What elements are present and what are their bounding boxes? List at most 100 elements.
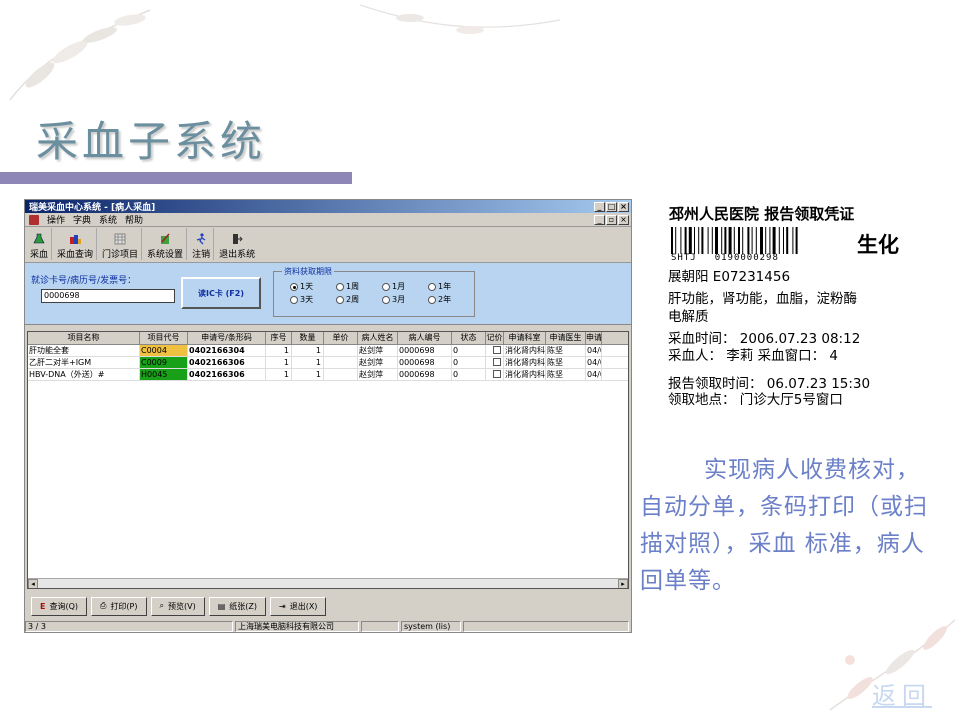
barcode-bar	[684, 227, 687, 254]
printer-icon: ⎙	[100, 601, 107, 610]
tool-system-settings[interactable]: 系统设置	[144, 228, 188, 260]
grid-header-cell[interactable]: 序号	[266, 332, 292, 344]
tool-exit-system[interactable]: 退出系统	[216, 228, 258, 260]
child-minimize-button[interactable]: _	[594, 214, 605, 225]
maximize-button[interactable]: □	[606, 201, 617, 212]
read-ic-card-button[interactable]: 读IC卡 (F2)	[181, 277, 261, 309]
barcode-bar	[783, 227, 784, 254]
period-radio-1week[interactable]: 1周	[336, 281, 359, 292]
grid-cell-patient_id: 0000698	[398, 345, 452, 356]
table-row[interactable]: 乙肝二对半+IGM C0009 0402166306 1 1 赵剑萍 0000698 0 消化肾…	[28, 357, 628, 369]
barcode-bar	[680, 227, 682, 254]
grid-cell-status: 0	[452, 369, 486, 380]
period-radio-2week[interactable]: 2周	[336, 294, 359, 305]
period-radio-3day[interactable]: 3天	[290, 294, 313, 305]
barcode-bar	[760, 227, 763, 254]
barcode-bar	[795, 227, 798, 254]
barcode-bar	[694, 227, 695, 254]
grid-cell-patient_id: 0000698	[398, 369, 452, 380]
barcode-bar	[698, 227, 700, 254]
ticket-location: 领取地点： 门诊大厅5号窗口	[668, 392, 843, 408]
grid-header-cell[interactable]: 项目代号	[140, 332, 188, 344]
grid-header-cell[interactable]: 申请科室	[504, 332, 546, 344]
slide-title: 采血子系统	[36, 117, 267, 166]
back-link[interactable]: 返回	[872, 676, 932, 711]
search-form: 就诊卡号/病历号/发票号： 0000698 读IC卡 (F2) 资料获取期限 1…	[25, 263, 631, 325]
paper-icon: ▤	[217, 601, 226, 611]
runner-icon	[194, 232, 208, 245]
period-radio-3month[interactable]: 3月	[382, 294, 405, 305]
exit-icon	[230, 232, 244, 245]
barcode-bar	[786, 227, 789, 254]
window-title: 瑞美采血中心系统 - [病人采血]	[29, 203, 156, 213]
period-radio-1day[interactable]: 1天	[290, 281, 313, 292]
grid-header-cell[interactable]: 状态	[452, 332, 486, 344]
grid-header-cell[interactable]: 单价	[324, 332, 358, 344]
ticket-items-line1: 肝功能，肾功能，血脂，淀粉酶	[668, 291, 857, 307]
id-input[interactable]: 0000698	[41, 289, 175, 303]
status-empty	[361, 621, 399, 632]
table-row[interactable]: 肝功能全套 C0004 0402166304 1 1 赵剑萍 0000698 0 消化肾内科 陈坚…	[28, 345, 628, 357]
menu-operate[interactable]: 操作	[47, 213, 65, 226]
grid-header-cell[interactable]: 病人编号	[398, 332, 452, 344]
barcode-text: SHTJ 0190000298	[671, 253, 779, 263]
slide: 采血子系统 瑞美采血中心系统 - [病人采血] _ □ × 操作 字典 系统 帮…	[0, 0, 960, 720]
grid-cell-name: 乙肝二对半+IGM	[28, 357, 140, 368]
close-button[interactable]: ×	[618, 201, 629, 212]
billing-checkbox[interactable]	[493, 370, 501, 378]
tool-blood-query[interactable]: 采血查询	[54, 228, 98, 260]
grid-cell-doctor: 陈坚	[546, 345, 586, 356]
grid-cell-qty: 1	[292, 357, 324, 368]
preview-button[interactable]: ⌕ 预览(V)	[150, 596, 205, 616]
grid-header-cell[interactable]: 记价	[486, 332, 504, 344]
scroll-right-icon[interactable]: ▸	[618, 578, 628, 588]
grid-cell-qty: 1	[292, 345, 324, 356]
scroll-left-icon[interactable]: ◂	[28, 578, 38, 588]
exit-button[interactable]: ⇥ 退出(X)	[270, 596, 327, 616]
paper-button[interactable]: ▤ 纸张(Z)	[208, 596, 266, 616]
tool-clinic-items[interactable]: 门诊项目	[99, 228, 143, 260]
grid-header-cell[interactable]: 申请医生	[546, 332, 586, 344]
app-icon[interactable]	[29, 214, 39, 225]
barcode-bar	[778, 227, 780, 254]
radio-icon	[428, 295, 436, 304]
query-icon: E	[40, 601, 46, 611]
grid-cell-barcode: 0402166304	[188, 345, 266, 356]
period-radio-2year[interactable]: 2年	[428, 294, 451, 305]
grid-cell-seq: 1	[266, 357, 292, 368]
barcode-bar	[728, 227, 732, 254]
menu-system[interactable]: 系统	[99, 213, 117, 226]
query-icon	[68, 232, 82, 245]
grid-header-cell[interactable]: 申请号/条形码	[188, 332, 266, 344]
app-window: 瑞美采血中心系统 - [病人采血] _ □ × 操作 字典 系统 帮助 _ ▫ …	[24, 199, 632, 633]
period-radio-1month[interactable]: 1月	[382, 281, 405, 292]
horizontal-scrollbar[interactable]: ◂ ▸	[28, 578, 628, 588]
grid-header-cell[interactable]: 病人姓名	[358, 332, 398, 344]
query-button[interactable]: E 查询(Q)	[31, 596, 88, 616]
grid-header-cell[interactable]: 申请	[586, 332, 602, 344]
billing-checkbox[interactable]	[493, 346, 501, 354]
minimize-button[interactable]: _	[594, 201, 605, 212]
grid-cell-code: H0045	[140, 369, 188, 380]
grid-header-cell[interactable]: 项目名称	[28, 332, 140, 344]
menu-dictionary[interactable]: 字典	[73, 213, 91, 226]
child-close-button[interactable]: ×	[618, 214, 629, 225]
table-row[interactable]: HBV-DNA（外送）# H0045 0402166306 1 1 赵剑萍 0000698 0…	[28, 369, 628, 381]
status-page: 3 / 3	[25, 621, 233, 632]
tool-logout[interactable]: 注销	[189, 228, 215, 260]
billing-checkbox[interactable]	[493, 358, 501, 366]
grid-cell-seq: 1	[266, 345, 292, 356]
grid-header-cell[interactable]: 数量	[292, 332, 324, 344]
tool-blood-draw[interactable]: 采血	[27, 228, 53, 260]
grid-cell-patient: 赵剑萍	[358, 369, 398, 380]
radio-icon	[290, 295, 298, 304]
menu-help[interactable]: 帮助	[125, 213, 143, 226]
barcode-bar	[715, 227, 718, 254]
barcode-bar	[688, 227, 692, 254]
window-titlebar: 瑞美采血中心系统 - [病人采血] _ □ ×	[25, 200, 631, 213]
period-radio-1year[interactable]: 1年	[428, 281, 451, 292]
description-text: 实现病人收费核对，自动分单，条码打印（或扫描对照），采血 标准，病人回单等。	[640, 457, 928, 594]
grid-header: 项目名称 项目代号 申请号/条形码 序号 数量 单价 病人姓名 病人编号 状态 记价 申请科室 申请医…	[28, 332, 628, 345]
child-restore-button[interactable]: ▫	[606, 214, 617, 225]
print-button[interactable]: ⎙ 打印(P)	[91, 596, 147, 616]
